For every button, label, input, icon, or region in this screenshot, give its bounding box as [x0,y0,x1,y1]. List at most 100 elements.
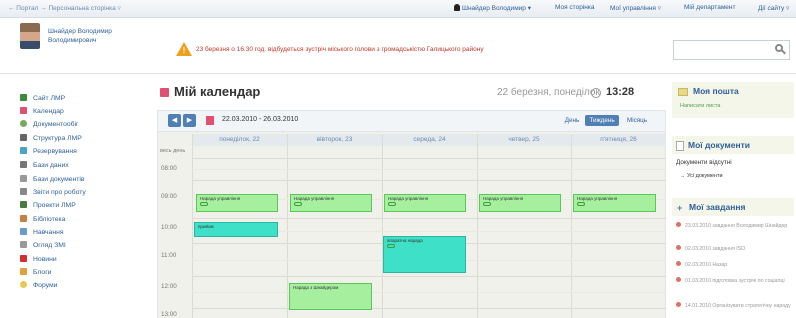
sidebar-item-doc-bases[interactable]: Бази документів [20,175,85,187]
sidebar-item-label: Бази даних [33,162,69,169]
sidebar-item-reports[interactable]: Звіти про роботу [20,188,86,200]
write-mail-link[interactable]: Написати листа [680,103,720,109]
my-page-link[interactable]: Моя сторінка [555,4,594,11]
building-icon [20,134,27,141]
page-title: Мій календар [174,84,261,99]
book-icon [20,215,27,222]
all-documents-link[interactable]: → Усі документи [680,173,723,179]
calendar-event[interactable]: Нарада з Шнайдером [289,283,372,310]
grid-divider [382,134,383,318]
all-day-label: весь день [160,148,186,154]
mail-title[interactable]: Моя пошта [693,86,739,96]
tasks-title[interactable]: Мої завдання [689,202,745,212]
sidebar-item-news[interactable]: Новини [20,255,57,267]
event-title: Нарада управління [294,196,335,201]
clock-icon [591,88,601,98]
event-title: Нарада управління [388,196,429,201]
owner-name[interactable]: Шнайдер Володимир Володимирович [48,27,128,45]
document-icon [20,175,27,182]
calendar-event[interactable]: Нарада управління [573,194,656,212]
blog-icon [20,268,27,275]
view-week-button[interactable]: Тиждень [585,115,619,126]
sidebar-item-reservation[interactable]: Резервування [20,147,77,159]
event-title: Нарада управління [200,196,241,201]
sidebar-item-site[interactable]: Сайт ЛМР [20,94,65,106]
sidebar-item-docflow[interactable]: Документообіг [20,120,79,132]
time-label: 08:00 [161,165,177,172]
calendar-event[interactable]: апаратна нарада [383,236,466,273]
grid-divider [477,134,478,318]
task-text: підготовка зустрічі по соціалці [712,278,785,284]
calendar-event[interactable]: прийом [194,222,278,237]
event-title: апаратна нарада [387,238,423,243]
calendar-event[interactable]: Нарада управління [196,194,278,212]
task-icon [676,222,681,227]
view-day-button[interactable]: День [561,115,583,126]
grid-line [192,180,666,181]
grid-divider [571,134,572,318]
sidebar-item-label: Проекти ЛМР [33,202,76,209]
calendar-event[interactable]: Нарада управління [384,194,466,212]
view-month-button[interactable]: Місяць [622,115,652,126]
documents-title[interactable]: Мої документи [688,140,750,150]
user-menu[interactable]: Шнайдер Володимир ▾ [454,4,531,12]
day-header[interactable]: п'ятниця, 26 [571,134,666,146]
breadcrumb[interactable]: ← Портал → Персональна сторінка ▿ [8,4,121,12]
sidebar-item-calendar[interactable]: Календар [20,107,64,119]
sidebar-item-training[interactable]: Навчання [20,228,64,240]
task-text: Організувати стратегічну нараду [712,303,791,309]
my-department-link[interactable]: Мій департамент [684,4,735,11]
announcement[interactable]: 23 березня о 16.30 год. відбудеться зуст… [196,46,484,53]
calendar-event[interactable]: Нарада управління [479,194,561,212]
task-item[interactable]: 14.01.2010 Організувати стратегічну нара… [676,302,794,310]
task-text: завдання ISO [712,246,746,252]
user-menu-label: Шнайдер Володимир ▾ [462,5,531,12]
task-item[interactable]: 02.03.2010 завдання ISO [676,245,794,253]
my-management-menu[interactable]: Мої управління ▿ [610,4,661,12]
sidebar-item-projects[interactable]: Проекти ЛМР [20,201,76,213]
user-icon [454,4,460,11]
next-week-button[interactable]: ▶ [183,114,196,127]
sidebar-item-databases[interactable]: Бази даних [20,161,69,173]
search-input[interactable] [673,40,790,60]
day-header[interactable]: четвер, 25 [477,134,571,146]
arrow-icon: → [680,173,688,179]
sidebar-item-label: Календар [33,108,64,115]
sidebar-item-forums[interactable]: Форуми [20,281,57,293]
task-item[interactable]: 02.03.2010 Назар [676,261,794,269]
task-item[interactable]: 23.03.2010 завдання Володимир Шнайдер [676,222,794,230]
pin-icon [20,255,27,262]
sidebar-item-blogs[interactable]: Блоги [20,268,51,280]
sidebar-item-label: Бібліотека [33,216,66,223]
sidebar-item-label: Новини [33,256,57,263]
sidebar-item-structure[interactable]: Структура ЛМР [20,134,82,146]
calendar-icon [160,88,169,97]
sidebar-item-media[interactable]: Огляд ЗМІ [20,241,66,253]
calendar-icon [20,107,27,114]
avatar[interactable] [20,23,40,49]
calendar-event[interactable]: Нарада управління [290,194,372,212]
grid-divider [192,134,193,318]
time-label: 09:00 [161,193,177,200]
half-hour-line [192,292,666,293]
site-actions-menu[interactable]: Дії сайту ▿ [758,4,789,12]
task-date: 02.03.2010 [685,262,711,268]
task-date: 14.01.2010 [685,303,711,309]
grid-line [192,158,666,159]
sidebar-item-library[interactable]: Бібліотека [20,215,65,227]
task-date: 23.03.2010 [685,223,711,229]
calendar-range-icon[interactable] [206,116,214,125]
day-header[interactable]: середа, 24 [382,134,477,146]
event-title: Нарада з Шнайдером [293,285,339,290]
day-header[interactable]: понеділок, 22 [192,134,287,146]
training-icon [20,228,27,235]
current-date: 22 березня, понеділок [497,87,600,98]
sidebar-item-label: Структура ЛМР [33,135,82,142]
task-text: Назар [712,262,728,268]
task-date: 02.03.2010 [685,246,711,252]
task-icon [676,245,681,250]
task-item[interactable]: 01.03.2010 підготовка зустрічі по соціал… [676,277,794,285]
day-header[interactable]: вівторок, 23 [287,134,382,146]
prev-week-button[interactable]: ◀ [168,114,181,127]
bookmark-icon [20,147,27,154]
